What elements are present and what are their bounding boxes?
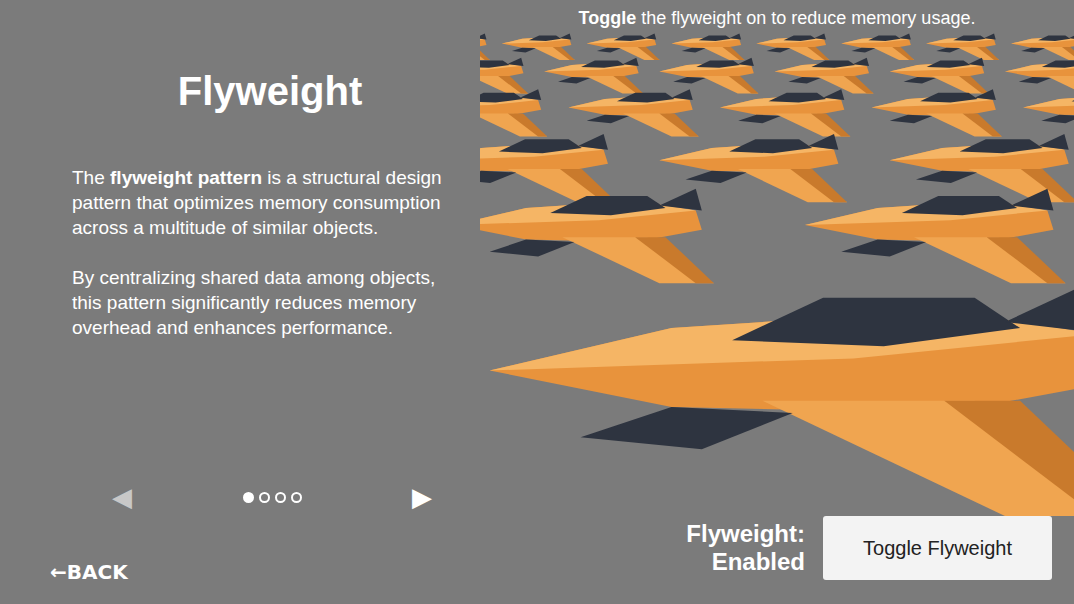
bold-text: Toggle <box>579 8 637 28</box>
description: By centralizing shared data among object… <box>72 265 468 340</box>
ship-icon <box>480 134 617 202</box>
ship-icon <box>756 33 829 59</box>
flyweight-status: Flyweight:Enabled <box>686 520 805 576</box>
footer: Flyweight:Enabled Toggle Flyweight <box>480 516 1074 604</box>
hint: Toggle the flyweight on to reduce memory… <box>579 0 976 31</box>
ships-icon <box>480 31 1074 516</box>
ship-icon <box>544 58 643 94</box>
back-button[interactable]: ←BACK <box>46 558 132 586</box>
text: the flyweight on to reduce memory usage. <box>636 8 975 28</box>
ship-icon <box>872 89 1002 136</box>
ship-icon <box>805 189 1066 284</box>
ship-icon <box>480 33 490 59</box>
page: Flyweight The flyweight pattern is a stru… <box>0 0 1074 604</box>
ship-icon <box>659 134 847 202</box>
bold-text: flyweight pattern <box>110 167 262 188</box>
toggle-button[interactable]: Toggle Flyweight <box>823 516 1052 580</box>
ship-icon <box>587 33 660 59</box>
info-panel: Flyweight The flyweight pattern is a stru… <box>0 0 480 604</box>
description: The flyweight pattern is a structural de… <box>72 165 468 240</box>
page-dots <box>243 492 302 503</box>
ship-icon <box>926 33 999 59</box>
ship-icon <box>720 89 850 136</box>
ship-icon <box>1005 58 1074 94</box>
page-dot[interactable] <box>243 492 254 503</box>
status-label: Flyweight: <box>686 520 805 548</box>
ship-icon <box>775 58 874 94</box>
page-dot[interactable] <box>275 492 286 503</box>
status-value: Enabled <box>686 548 805 576</box>
next-button[interactable]: ▶ <box>402 478 442 516</box>
ship-icon <box>480 58 528 94</box>
page-dot[interactable] <box>291 492 302 503</box>
pager: ◀▶ <box>102 478 442 516</box>
page-dot[interactable] <box>259 492 270 503</box>
prev-button[interactable]: ◀ <box>102 478 142 516</box>
ship-icon <box>841 33 914 59</box>
ship-icon <box>480 89 547 136</box>
ship-icon <box>1011 33 1074 59</box>
text: The <box>72 167 110 188</box>
ship-icon <box>568 89 698 136</box>
ship-icon <box>480 189 714 284</box>
ship-icon <box>659 58 758 94</box>
demo-panel: Toggle the flyweight on to reduce memory… <box>480 0 1074 604</box>
ship-icon <box>890 58 989 94</box>
ship-icon <box>490 280 1074 516</box>
text: By centralizing shared data among object… <box>72 267 435 338</box>
title: Flyweight <box>72 68 468 114</box>
ship-icon <box>1023 89 1074 136</box>
ship-icon <box>502 33 575 59</box>
scene <box>480 31 1074 516</box>
ship-icon <box>672 33 745 59</box>
